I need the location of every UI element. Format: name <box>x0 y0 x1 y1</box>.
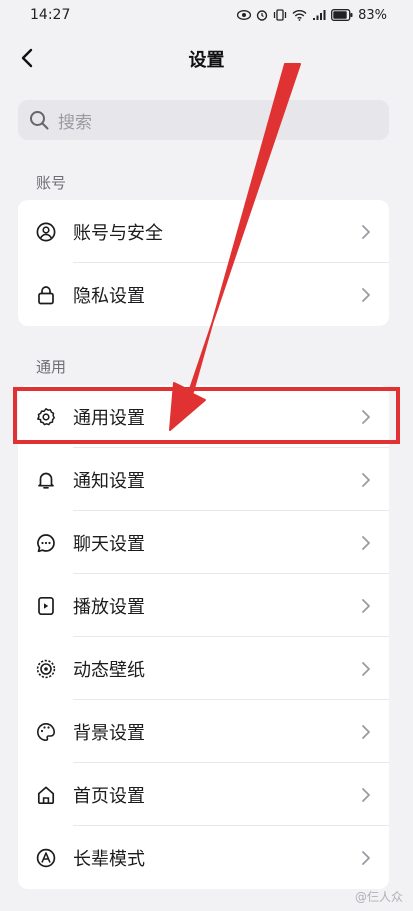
settings-item-label: 长辈模式 <box>73 848 145 870</box>
settings-item-label: 首页设置 <box>73 785 145 807</box>
settings-item-label: 账号与安全 <box>73 222 163 244</box>
palette-icon <box>37 722 55 741</box>
settings-item-live-wallpaper[interactable]: 动态壁纸 <box>18 637 389 700</box>
play-icon <box>38 596 54 615</box>
battery-percent: 83% <box>358 7 387 23</box>
eye-icon <box>237 10 252 20</box>
wifi-icon <box>292 10 307 21</box>
chevron-right-icon <box>362 535 370 550</box>
general-card: 通用设置 通知设置 聊天设置 播放设置 动态壁纸 背景设置 首页设置 长辈模式 <box>18 385 389 889</box>
status-icons: 83% <box>237 8 387 23</box>
settings-item-label: 通用设置 <box>73 407 145 429</box>
chevron-right-icon <box>362 287 370 302</box>
chat-icon <box>37 533 55 552</box>
settings-item-background[interactable]: 背景设置 <box>18 700 389 763</box>
settings-item-label: 背景设置 <box>73 722 145 744</box>
settings-item-label: 播放设置 <box>73 596 145 618</box>
settings-item-label: 聊天设置 <box>73 533 145 555</box>
elder-mode-icon <box>36 848 56 867</box>
alarm-icon <box>256 10 268 21</box>
chevron-right-icon <box>362 850 370 865</box>
account-icon <box>36 222 56 241</box>
nav-bar: 设置 <box>0 36 413 80</box>
chevron-right-icon <box>362 787 370 802</box>
settings-item-chat[interactable]: 聊天设置 <box>18 511 389 574</box>
status-time: 14:27 <box>30 7 71 23</box>
chevron-right-icon <box>362 598 370 613</box>
wallpaper-icon <box>36 659 56 678</box>
settings-item-notification[interactable]: 通知设置 <box>18 448 389 511</box>
gear-icon <box>37 407 55 425</box>
lock-icon <box>38 285 54 304</box>
section-label-account: 账号 <box>36 174 67 192</box>
settings-item-label: 隐私设置 <box>73 285 145 307</box>
page-title: 设置 <box>188 50 225 71</box>
settings-item-privacy[interactable]: 隐私设置 <box>18 263 389 326</box>
chevron-right-icon <box>362 724 370 739</box>
watermark: @仨人众 <box>354 890 403 904</box>
settings-item-elder-mode[interactable]: 长辈模式 <box>18 826 389 889</box>
settings-item-label: 动态壁纸 <box>73 659 145 681</box>
section-label-general: 通用 <box>36 358 67 376</box>
status-bar: 14:27 83% <box>0 0 413 30</box>
chevron-right-icon <box>362 224 370 239</box>
bell-icon <box>38 472 54 489</box>
settings-item-home[interactable]: 首页设置 <box>18 763 389 826</box>
settings-item-label: 通知设置 <box>73 470 145 492</box>
chevron-right-icon <box>362 409 370 424</box>
account-card: 账号与安全 隐私设置 <box>18 200 389 326</box>
home-icon <box>37 786 55 804</box>
vibrate-icon <box>273 9 287 21</box>
search-input[interactable]: 搜索 <box>18 100 389 140</box>
settings-item-playback[interactable]: 播放设置 <box>18 574 389 637</box>
signal-icon <box>313 10 326 20</box>
search-icon <box>30 111 49 130</box>
chevron-right-icon <box>362 661 370 676</box>
settings-item-account-security[interactable]: 账号与安全 <box>18 200 389 263</box>
battery-icon <box>331 9 353 21</box>
settings-item-general[interactable]: 通用设置 <box>18 385 389 448</box>
chevron-right-icon <box>362 472 370 487</box>
search-placeholder: 搜索 <box>58 112 92 133</box>
